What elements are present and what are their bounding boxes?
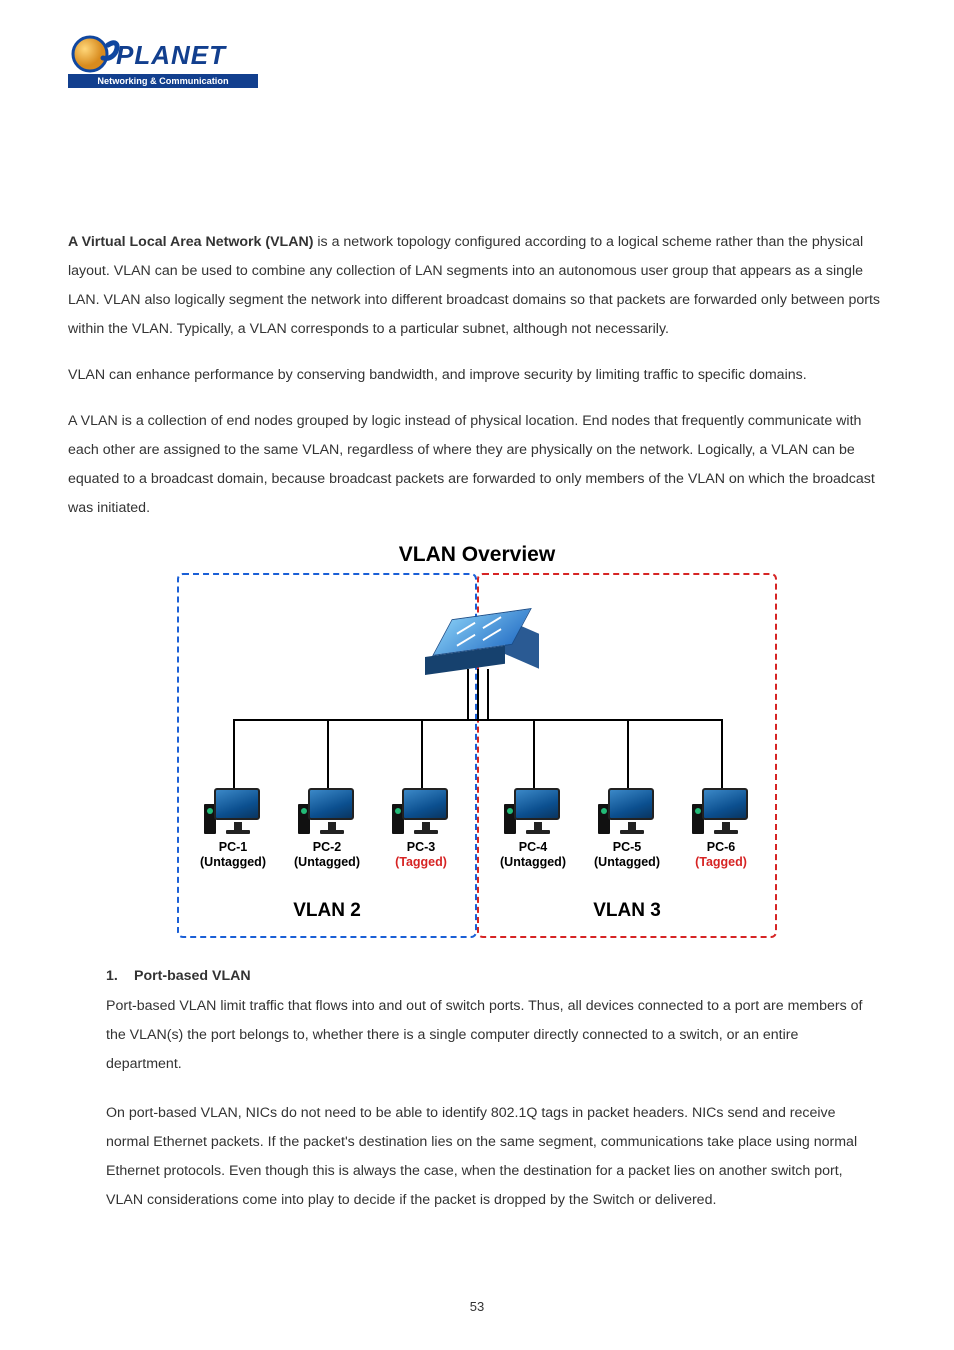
- port-based-heading: 1.Port-based VLAN: [106, 968, 886, 984]
- paragraph-3: A VLAN is a collection of end nodes grou…: [68, 407, 886, 523]
- logo-brand-text: PLANET: [116, 40, 227, 70]
- cable: [627, 719, 629, 789]
- pc-4: PC-4 (Untagged): [489, 788, 577, 870]
- bullet-marker: 1.: [106, 968, 134, 984]
- cable: [533, 719, 535, 789]
- pc-icon: [504, 788, 562, 836]
- pc-name: PC-1: [189, 840, 277, 855]
- page-content: A Virtual Local Area Network (VLAN) is a…: [68, 228, 886, 1232]
- pc-name: PC-6: [677, 840, 765, 855]
- pc-icon: [692, 788, 750, 836]
- pc-icon: [598, 788, 656, 836]
- pc-tag: (Tagged): [377, 855, 465, 870]
- cable: [233, 719, 721, 721]
- pc-6: PC-6 (Tagged): [677, 788, 765, 870]
- port-based-p1: Port-based VLAN limit traffic that flows…: [106, 992, 876, 1079]
- pc-name: PC-2: [283, 840, 371, 855]
- page-number: 53: [0, 1299, 954, 1314]
- port-based-p2: On port-based VLAN, NICs do not need to …: [106, 1099, 876, 1215]
- pc-icon: [204, 788, 262, 836]
- vlan3-label: VLAN 3: [479, 900, 775, 922]
- pc-5: PC-5 (Untagged): [583, 788, 671, 870]
- pc-1: PC-1 (Untagged): [189, 788, 277, 870]
- paragraph-2: VLAN can enhance performance by conservi…: [68, 361, 886, 390]
- brand-logo: PLANET Networking & Communication: [68, 30, 258, 90]
- cable: [327, 719, 329, 789]
- cable: [721, 719, 723, 789]
- pc-tag: (Untagged): [283, 855, 371, 870]
- vlan2-label: VLAN 2: [179, 900, 475, 922]
- pc-tag: (Tagged): [677, 855, 765, 870]
- pc-tag: (Untagged): [189, 855, 277, 870]
- pc-icon: [392, 788, 450, 836]
- cable: [487, 669, 489, 719]
- pc-tag: (Untagged): [583, 855, 671, 870]
- cable: [477, 669, 479, 719]
- vlan-diagram: VLAN 2 VLAN 3 PC-1: [177, 573, 777, 938]
- port-based-heading-text: Port-based VLAN: [134, 968, 251, 984]
- diagram-title: VLAN Overview: [68, 543, 886, 567]
- pc-icon: [298, 788, 356, 836]
- intro-bold: A Virtual Local Area Network (VLAN): [68, 234, 313, 250]
- pc-name: PC-5: [583, 840, 671, 855]
- pc-name: PC-3: [377, 840, 465, 855]
- logo-tagline: Networking & Communication: [97, 76, 229, 86]
- pc-2: PC-2 (Untagged): [283, 788, 371, 870]
- cable: [421, 719, 423, 789]
- pc-3: PC-3 (Tagged): [377, 788, 465, 870]
- cable: [233, 719, 235, 789]
- intro-paragraph: A Virtual Local Area Network (VLAN) is a…: [68, 228, 886, 344]
- pc-tag: (Untagged): [489, 855, 577, 870]
- pc-name: PC-4: [489, 840, 577, 855]
- cable: [467, 669, 469, 719]
